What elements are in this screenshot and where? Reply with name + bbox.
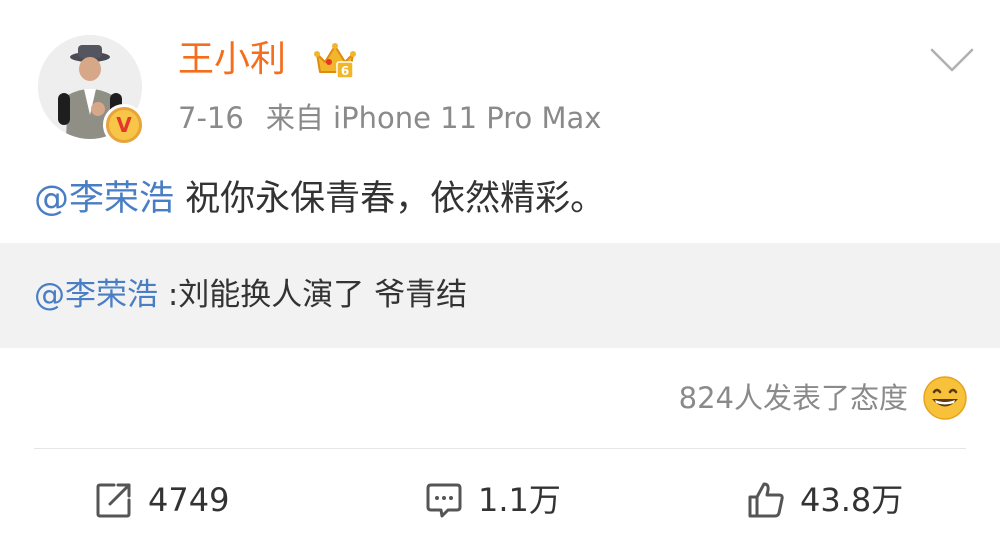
share-button[interactable]: 4749 <box>94 474 229 526</box>
share-icon <box>96 483 131 518</box>
like-button[interactable]: 43.8万 <box>746 474 903 526</box>
comment-button[interactable]: 1.1万 <box>424 474 561 526</box>
thumbs-up-icon <box>748 482 784 518</box>
repost-text: :刘能换人演了 爷青结 <box>158 277 468 313</box>
repost-box[interactable]: @李荣浩 :刘能换人演了 爷青结 <box>0 243 1000 348</box>
repost-content: @李荣浩 :刘能换人演了 爷青结 <box>34 277 467 314</box>
mention-link[interactable]: @李荣浩 <box>34 179 174 219</box>
like-count: 43.8万 <box>800 481 904 519</box>
post-source: 来自 iPhone 11 Pro Max <box>265 101 602 135</box>
chevron-down-icon[interactable] <box>930 48 974 74</box>
comment-icon <box>426 483 462 518</box>
post-text: 祝你永保青春，依然精彩。 <box>174 179 606 219</box>
crown-icon[interactable]: 6 <box>313 40 357 80</box>
username[interactable]: 王小利 <box>178 42 286 78</box>
svg-text:6: 6 <box>341 64 349 78</box>
repost-mention-link[interactable]: @李荣浩 <box>34 277 158 313</box>
post-meta: 7-16 来自 iPhone 11 Pro Max <box>178 104 601 133</box>
divider <box>34 448 966 449</box>
comment-count: 1.1万 <box>478 481 561 519</box>
verified-badge-icon: V <box>103 104 145 146</box>
post-content: @李荣浩 祝你永保青春，依然精彩。 <box>34 178 605 220</box>
grinning-emoji-icon[interactable] <box>921 374 969 422</box>
post-timestamp: 7-16 <box>178 101 244 135</box>
share-count: 4749 <box>148 481 230 519</box>
reactions-summary[interactable]: 824人发表了态度 <box>679 381 908 416</box>
